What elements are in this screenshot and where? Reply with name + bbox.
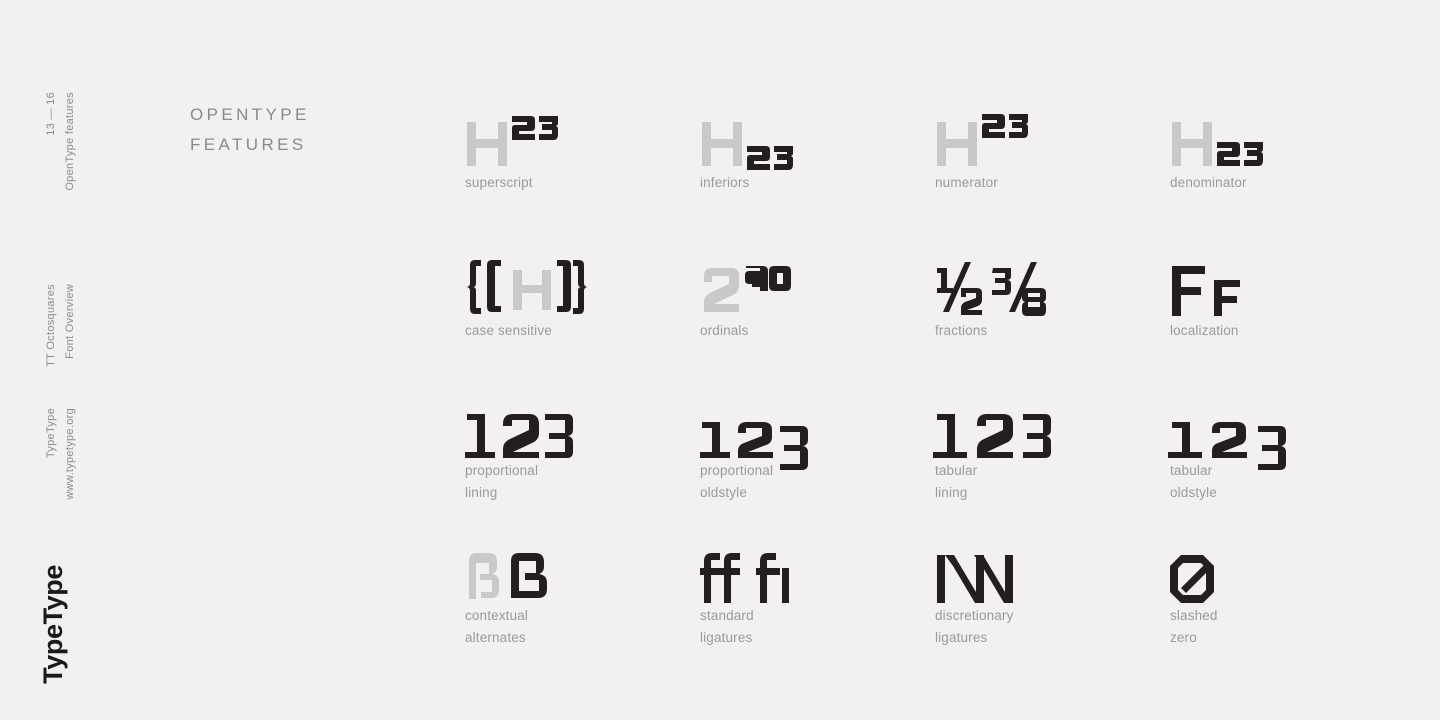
sample-inferiors <box>700 88 935 172</box>
sample-standard-ligatures <box>700 521 935 605</box>
sample-numerals-proportional-oldstyle <box>700 376 935 470</box>
sample-slashed-zero <box>1170 521 1405 605</box>
sample-localization <box>1170 236 1405 320</box>
sample-proportional-lining <box>465 376 700 460</box>
glyph-eszett-alternates <box>469 553 547 599</box>
caption-discretionary-ligatures: discretionary ligatures <box>935 608 1014 645</box>
caption-proportional-oldstyle: proportional oldstyle <box>700 463 774 500</box>
feature-cell-discretionary-ligatures: discretionary ligatures <box>935 521 1170 649</box>
feature-cell-proportional-lining: proportional lining <box>465 376 700 504</box>
rail-page-range: 13 — 16 <box>45 92 57 136</box>
feature-cell-case-sensitive: case sensitive <box>465 236 700 342</box>
caption-contextual-alternates: contextual alternates <box>465 608 529 645</box>
feature-cell-localization: localization <box>1170 236 1405 342</box>
glyph-slashed-zero <box>1170 555 1214 603</box>
rail-group-section: 13 — 16 OpenType features <box>45 92 76 191</box>
glyph-numerals-tabular-oldstyle <box>1168 422 1286 470</box>
rail-brand: TypeType <box>45 408 57 459</box>
glyph-h-superscript <box>467 116 558 166</box>
sample-tabular-lining <box>933 376 1170 460</box>
feature-cell-proportional-oldstyle: proportional oldstyle <box>700 376 935 504</box>
caption-slashed-zero: slashed zero <box>1170 608 1218 645</box>
glyph-case-sensitive-brackets <box>466 260 588 314</box>
caption-superscript: superscript <box>465 175 533 190</box>
caption-localization: localization <box>1170 323 1239 338</box>
caption-fractions: fractions <box>935 323 988 338</box>
sample-discretionary-ligatures <box>935 521 1170 605</box>
glyph-localization-f <box>1172 266 1240 316</box>
feature-cell-tabular-lining: tabular lining <box>933 376 1170 504</box>
glyph-nn-ligature <box>937 555 1013 603</box>
caption-proportional-lining: proportional lining <box>465 463 539 500</box>
feature-cell-inferiors: inferiors <box>700 88 935 194</box>
brand-logo: TypeType <box>38 565 68 684</box>
caption-tabular-lining: tabular lining <box>935 463 978 500</box>
sample-superscript <box>465 88 700 172</box>
feature-cell-fractions: fractions <box>935 236 1170 342</box>
rail-doc-title: TT Octosquares <box>45 284 57 367</box>
caption-case-sensitive: case sensitive <box>465 323 552 338</box>
caption-numerator: numerator <box>935 175 998 190</box>
glyph-numerals-tabular-lining <box>933 414 1051 458</box>
caption-inferiors: inferiors <box>700 175 750 190</box>
brand-logo-text: TypeType <box>38 565 68 684</box>
rail-group-brand: TypeType www.typetype.org <box>45 408 76 500</box>
feature-cell-slashed-zero: slashed zero <box>1170 521 1405 649</box>
sample-case-sensitive <box>465 236 700 320</box>
sample-fractions <box>935 236 1170 320</box>
glyph-h-inferiors <box>702 122 793 170</box>
glyph-h-denominator <box>1172 122 1263 166</box>
rail-section-label: OpenType features <box>64 92 76 191</box>
rail-doc-subtitle: Font Overview <box>64 284 76 359</box>
sample-ordinals <box>700 236 935 320</box>
rail-group-document: TT Octosquares Font Overview <box>45 284 76 367</box>
feature-cell-contextual-alternates: contextual alternates <box>465 521 700 649</box>
glyph-h-numerator <box>937 114 1028 166</box>
feature-cell-ordinals: ordinals <box>700 236 935 342</box>
glyph-fractions <box>937 262 1046 316</box>
caption-tabular-oldstyle: tabular oldstyle <box>1170 463 1217 500</box>
feature-cell-denominator: denominator <box>1170 88 1405 194</box>
feature-cell-superscript: superscript <box>465 88 700 194</box>
page-title: OPENTYPE FEATURES <box>190 105 310 154</box>
sample-contextual-alternates <box>465 521 700 605</box>
sample-denominator <box>1170 88 1405 172</box>
rail-website[interactable]: www.typetype.org <box>64 408 76 500</box>
glyph-ff-fi-ligatures <box>700 553 789 603</box>
caption-standard-ligatures: standard ligatures <box>700 608 754 645</box>
sample-numerator <box>935 88 1170 172</box>
glyph-numerals-proportional-lining <box>465 414 573 458</box>
glyph-numerals-proportional-oldstyle <box>700 422 808 470</box>
left-rail: 13 — 16 OpenType features TT Octosquares… <box>0 0 180 720</box>
feature-cell-numerator: numerator <box>935 88 1170 194</box>
font-specimen-page: { "page": { "background": "#f2f1ef", "in… <box>0 0 1440 720</box>
feature-cell-tabular-oldstyle: tabular oldstyle <box>1168 376 1405 504</box>
glyph-ordinals <box>704 266 791 312</box>
caption-ordinals: ordinals <box>700 323 749 338</box>
sample-tabular-oldstyle <box>1168 376 1405 470</box>
feature-cell-standard-ligatures: standard ligatures <box>700 521 935 649</box>
caption-denominator: denominator <box>1170 175 1247 190</box>
